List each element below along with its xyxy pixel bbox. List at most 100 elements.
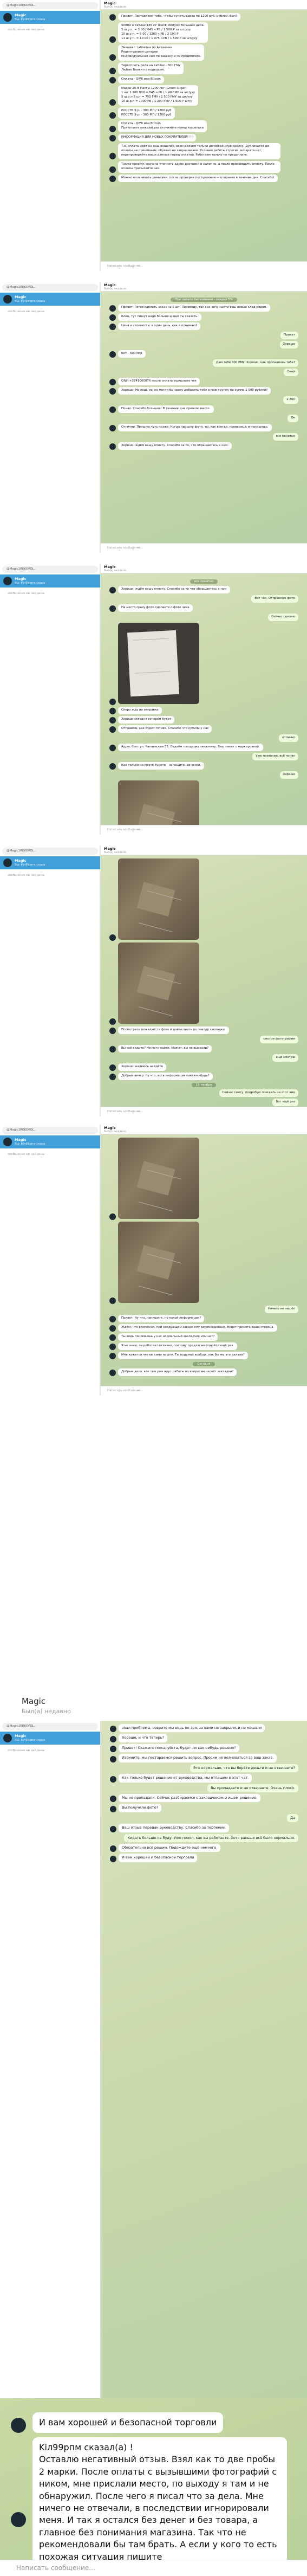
incoming-message[interactable]: Привет. Готов сделать заказ на 5 шт. Пер… bbox=[109, 304, 298, 312]
incoming-message[interactable]: Бот - 500 мгр bbox=[109, 350, 298, 358]
outgoing-message[interactable]: Вот ещё раз bbox=[109, 1098, 298, 1106]
outgoing-message[interactable]: ещё смотрю bbox=[109, 1054, 298, 1062]
incoming-message[interactable]: QIWI +37410000TX после оплаты пришлите ч… bbox=[109, 377, 298, 385]
incoming-message[interactable]: Вы всё видите? Не могу найти. Может, вы … bbox=[109, 1044, 298, 1053]
outgoing-message[interactable]: все понятно bbox=[109, 432, 298, 441]
incoming-message[interactable]: Блин, тут пишут надо больше и ещё ты ска… bbox=[109, 313, 298, 321]
incoming-message[interactable]: Ждём, что возможно, при следующем заказе… bbox=[109, 1323, 298, 1332]
search-input[interactable]: @Magic1REKOPOL.. bbox=[2, 284, 98, 291]
message-input[interactable]: Написать сообщение... bbox=[101, 261, 307, 271]
message-list[interactable]: Посмотрите пожалуйста фото и дайте знать… bbox=[101, 858, 307, 1107]
incoming-message[interactable]: Скоро жду по отправке bbox=[109, 706, 298, 714]
message-list[interactable]: При оплате биткойнами - скидка 5% Привет.… bbox=[101, 295, 307, 543]
incoming-message[interactable]: Как только на месте будете - напишите, д… bbox=[109, 761, 298, 770]
incoming-message[interactable]: Как только будет решение от руководства,… bbox=[110, 1774, 298, 1783]
incoming-message[interactable]: Вы получили фото? bbox=[110, 1804, 298, 1812]
photo-ground[interactable] bbox=[118, 858, 199, 940]
incoming-message[interactable]: Хорошо сегодня вечером будет bbox=[109, 715, 298, 724]
outgoing-message[interactable]: Уже позвонил, всё понял bbox=[109, 752, 298, 760]
incoming-message[interactable]: Адрес был: ул. Чапаевская 55. Отдаём пло… bbox=[109, 743, 298, 751]
incoming-message[interactable]: Хорошо, надеюсь найдёте bbox=[109, 1063, 298, 1071]
incoming-message[interactable]: Хорошо, ждём вашу оплату. Спасибо за то,… bbox=[109, 442, 298, 450]
incoming-message[interactable]: Понял. Спасибо большое! В течение дня пр… bbox=[109, 405, 298, 413]
incoming-message[interactable]: Мы не пропадали. Сейчас разбираемся с за… bbox=[110, 1793, 298, 1803]
incoming-message[interactable]: Хорошо. Но ведь мы не могли бы сразу доб… bbox=[109, 386, 298, 395]
search-input[interactable]: @Magic1REKOPOL.. bbox=[2, 1723, 98, 1730]
chat-list-item[interactable]: Magic Вы: Kiл99рпм сказа bbox=[0, 856, 100, 869]
search-input[interactable]: @Magic1REKOPOL.. bbox=[2, 848, 98, 855]
incoming-message[interactable]: Извините, мы постараемся решить вопрос. … bbox=[110, 1754, 298, 1762]
incoming-message[interactable]: Т.к. оплата идёт на наш кошелёк, всем де… bbox=[109, 143, 298, 160]
outgoing-message[interactable]: Ничего не нашёл bbox=[109, 1306, 298, 1313]
incoming-message[interactable]: Цена и стоимость: в один день, как я пон… bbox=[109, 322, 298, 330]
incoming-message[interactable]: Привет. Поставляем тебе, чтобы купить вд… bbox=[109, 13, 298, 21]
incoming-message[interactable]: Ваш отзыв передан руководству. Спасибо з… bbox=[110, 1824, 298, 1832]
incoming-message[interactable]: 500мл в таблах 185 мг (Dock Pentyol) бол… bbox=[109, 22, 298, 43]
chat-list-item[interactable]: Magic Вы: Kiл99рпм сказа bbox=[0, 574, 100, 587]
incoming-message[interactable]: Отлично. Пришлю чуть позже. Когда пришлю… bbox=[109, 423, 298, 431]
incoming-message[interactable] bbox=[109, 858, 298, 941]
incoming-message[interactable]: Хорошо, ждём вашу оплату. Спасибо за то … bbox=[109, 586, 298, 593]
incoming-message[interactable]: Добрые дела, как там уже идут работы по … bbox=[109, 1368, 298, 1376]
incoming-message[interactable] bbox=[109, 942, 298, 1025]
incoming-message[interactable]: Посмотрите пожалуйста фото и дайте знать… bbox=[109, 1026, 298, 1034]
message-list[interactable]: Привет. Поставляем тебе, чтобы купить вд… bbox=[101, 13, 307, 261]
outgoing-message[interactable]: отлично bbox=[109, 734, 298, 742]
incoming-message[interactable]: Оплата - QIWI или Bitcoin bbox=[109, 75, 298, 83]
outgoing-message[interactable]: Хорошо bbox=[109, 771, 298, 779]
outgoing-message[interactable]: Вот чек. Отправляю фото bbox=[109, 595, 298, 603]
outgoing-message[interactable]: Кидать больше не буду. Уже понял, как вы… bbox=[110, 1833, 298, 1843]
incoming-message[interactable]: Ты ведь понимаешь у нас нормальный закла… bbox=[109, 1333, 298, 1341]
incoming-message[interactable]: Тиресплоть дела на таблах - 300 ГМУ Любы… bbox=[109, 62, 298, 74]
outgoing-message[interactable]: Да bbox=[110, 1813, 298, 1823]
incoming-message[interactable]: Обязательно всё решим. Подождите ещё нем… bbox=[110, 1844, 298, 1852]
search-input[interactable]: @Magic1REKOPOL.. bbox=[2, 1127, 98, 1134]
incoming-message[interactable]: РОССТВ 9 р. - 300 МЛ / 1200 руб РОССТВ 9… bbox=[109, 107, 298, 119]
photo-ground[interactable] bbox=[118, 1138, 199, 1219]
outgoing-message[interactable]: Это нормально, что вы берёте деньги и не… bbox=[110, 1764, 298, 1773]
outgoing-message[interactable]: Сейчас сделаю bbox=[109, 613, 298, 621]
incoming-message[interactable] bbox=[109, 622, 298, 705]
outgoing-message[interactable]: Окей bbox=[109, 368, 298, 376]
incoming-message[interactable] bbox=[109, 1138, 298, 1220]
message-input[interactable]: Написать сообщение... bbox=[101, 543, 307, 553]
chat-list-item[interactable]: Magic Вы: Kiл99рпм сказа bbox=[0, 11, 100, 24]
outgoing-message[interactable]: 1 300 bbox=[109, 396, 298, 404]
outgoing-message[interactable]: Привет bbox=[109, 331, 298, 339]
search-input[interactable]: @Magic1REKOPOL.. bbox=[2, 2, 98, 9]
incoming-message[interactable]: Мне кажется что вы сами нашли. Ты подума… bbox=[109, 1351, 298, 1359]
incoming-message[interactable]: Лекция с таблетки по Алтаючке Рецептуали… bbox=[109, 44, 298, 61]
message-input[interactable]: Написать сообщение... bbox=[101, 825, 307, 835]
chat-list-item[interactable]: Magic Вы: Kiл99рпм сказа bbox=[0, 293, 100, 306]
incoming-message[interactable]: Хорошо, и что теперь? bbox=[110, 1734, 298, 1742]
photo-ground[interactable] bbox=[118, 942, 199, 1024]
incoming-message[interactable]: Оплата - QIWI или Bitcoin При оплате каж… bbox=[109, 120, 298, 133]
message-list[interactable]: все понятно Хорошо, ждём вашу оплату. Спа… bbox=[101, 577, 307, 835]
incoming-message[interactable]: На место сразу фото сделаете с фото чека bbox=[109, 604, 298, 612]
photo-ground[interactable] bbox=[118, 1222, 199, 1303]
incoming-message[interactable]: Привет! Скажите пожалуйста, будет ли как… bbox=[110, 1744, 298, 1753]
incoming-message[interactable]: И вам хорошей и безопасной торговли bbox=[110, 1854, 298, 1862]
incoming-message[interactable]: Я не знаю, он работает отлично, поэтому … bbox=[109, 1342, 298, 1350]
incoming-message[interactable]: Отправлю, как будет готово. Спасибо что … bbox=[109, 725, 298, 733]
outgoing-message[interactable]: Вы пропадаете и не отвечаете. Очень плох… bbox=[110, 1784, 298, 1792]
outgoing-message[interactable]: Хорошо bbox=[109, 340, 298, 348]
incoming-message[interactable]: Марки 25-В Пасты 1200 лкг (Green Sugar) … bbox=[109, 85, 298, 106]
photo-receipt[interactable] bbox=[118, 622, 199, 704]
incoming-message[interactable]: Можно оплачивать деньгами, после проверк… bbox=[109, 175, 298, 183]
incoming-message[interactable]: Также просим: сначала уточнять адрес дос… bbox=[109, 161, 298, 173]
message-list[interactable]: Ничего не нашёл Привет. Ну что, напишите,… bbox=[101, 1138, 307, 1386]
outgoing-message[interactable]: Сейчас смогу, попробую поискать за этот … bbox=[109, 1089, 298, 1097]
chat-list-item[interactable]: Magic Вы: Kiл99рпм сказа bbox=[0, 1135, 100, 1148]
message-input[interactable]: Написать сообщение... bbox=[101, 1107, 307, 1116]
incoming-message[interactable]: ИНФОРМАЦИЯ ДЛЯ НОВЫХ ПОКУПАТЕЛЕЙ! ! ! bbox=[109, 134, 298, 142]
incoming-message[interactable]: Привет. Ну что, напишите, по какой инфор… bbox=[109, 1314, 298, 1322]
message-input[interactable]: Написать сообщение... bbox=[101, 1386, 307, 1396]
incoming-message[interactable]: Добрый вечер. Ну что, есть информация ка… bbox=[109, 1072, 298, 1080]
search-input[interactable]: @Magic1REKOPOL.. bbox=[2, 566, 98, 573]
incoming-message[interactable]: знал проблемы, соврите мы ведь не зря, з… bbox=[110, 1724, 298, 1733]
chat-list-item[interactable]: Magic Вы: Kiл99рпм сказа bbox=[0, 1732, 100, 1745]
message-input[interactable]: Написать сообщение... bbox=[0, 2560, 307, 2576]
outgoing-message[interactable]: Дам тебе 300 РМУ. Хорошо, как пропишешь … bbox=[109, 359, 298, 367]
outgoing-message[interactable]: Ок bbox=[109, 414, 298, 422]
